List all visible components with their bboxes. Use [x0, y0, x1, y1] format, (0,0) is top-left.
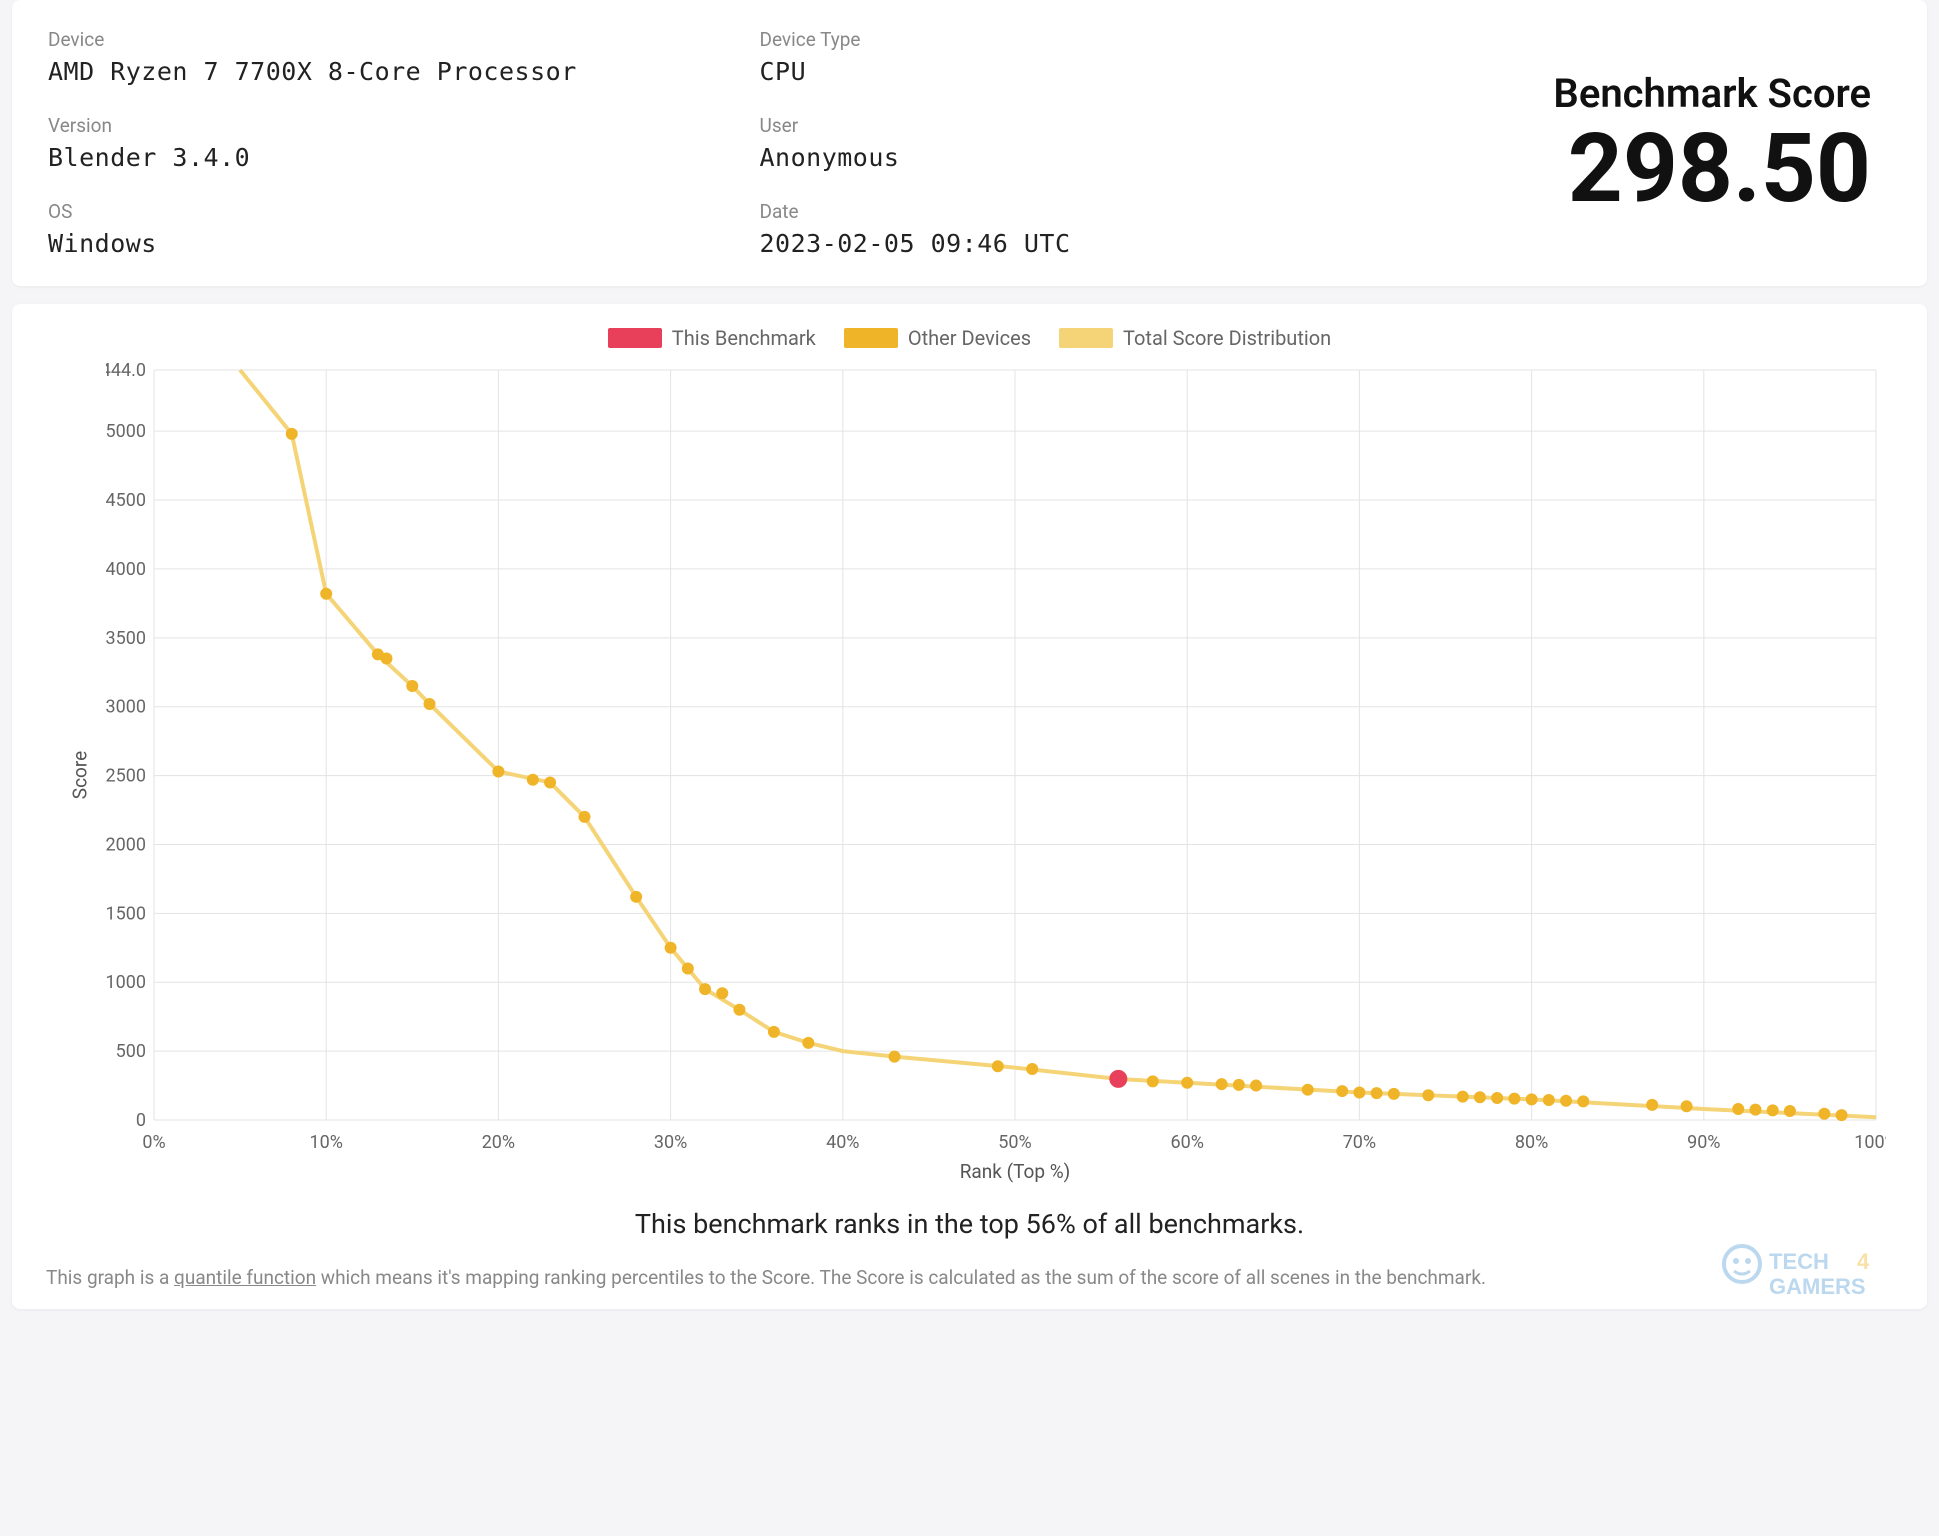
value-version: Blender 3.4.0	[48, 143, 700, 172]
label-device: Device	[48, 28, 700, 51]
svg-text:30%: 30%	[654, 1132, 687, 1153]
label-os: OS	[48, 200, 700, 223]
value-date: 2023-02-05 09:46 UTC	[760, 229, 1412, 258]
legend-total-distribution[interactable]: Total Score Distribution	[1059, 326, 1331, 350]
score-value: 298.50	[1568, 121, 1871, 217]
value-device: AMD Ryzen 7 7700X 8-Core Processor	[48, 57, 700, 86]
svg-text:1000: 1000	[106, 972, 146, 993]
svg-text:100%: 100%	[1854, 1132, 1886, 1153]
svg-text:5444.0: 5444.0	[106, 360, 146, 381]
svg-text:80%: 80%	[1515, 1132, 1548, 1153]
footnote-post: which means it's mapping ranking percent…	[316, 1266, 1486, 1289]
svg-text:TECH: TECH	[1769, 1249, 1829, 1274]
svg-text:0: 0	[136, 1110, 146, 1131]
svg-text:2500: 2500	[106, 766, 146, 787]
label-date: Date	[760, 200, 1412, 223]
value-user: Anonymous	[760, 143, 1412, 172]
legend-label-total: Total Score Distribution	[1123, 326, 1331, 350]
svg-text:4500: 4500	[106, 490, 146, 511]
svg-text:50%: 50%	[998, 1132, 1031, 1153]
svg-text:GAMERS: GAMERS	[1769, 1274, 1866, 1299]
field-user: User Anonymous	[760, 114, 1412, 172]
y-axis-title: Score	[69, 751, 92, 799]
svg-text:4000: 4000	[106, 559, 146, 580]
rank-summary-text: This benchmark ranks in the top 56% of a…	[42, 1208, 1897, 1240]
chart-footnote: This graph is a quantile function which …	[42, 1266, 1897, 1289]
legend-other-devices[interactable]: Other Devices	[844, 326, 1031, 350]
benchmark-info-card: Device AMD Ryzen 7 7700X 8-Core Processo…	[12, 0, 1927, 286]
chart-card: This Benchmark Other Devices Total Score…	[12, 304, 1927, 1309]
footnote-pre: This graph is a	[46, 1266, 174, 1289]
info-grid: Device AMD Ryzen 7 7700X 8-Core Processo…	[48, 28, 1411, 258]
svg-text:500: 500	[116, 1041, 146, 1062]
svg-text:40%: 40%	[826, 1132, 859, 1153]
field-os: OS Windows	[48, 200, 700, 258]
svg-text:20%: 20%	[482, 1132, 515, 1153]
svg-text:3500: 3500	[106, 628, 146, 649]
legend-label-this: This Benchmark	[672, 326, 816, 350]
watermark-logo: TECH 4 GAMERS	[1717, 1239, 1917, 1309]
svg-text:1500: 1500	[106, 903, 146, 924]
svg-text:3000: 3000	[106, 697, 146, 718]
svg-text:2000: 2000	[106, 834, 146, 855]
svg-text:Rank (Top %): Rank (Top %)	[960, 1160, 1071, 1183]
field-device: Device AMD Ryzen 7 7700X 8-Core Processo…	[48, 28, 700, 86]
quantile-function-link[interactable]: quantile function	[174, 1266, 316, 1289]
svg-text:4: 4	[1857, 1249, 1870, 1274]
legend-this-benchmark[interactable]: This Benchmark	[608, 326, 816, 350]
field-version: Version Blender 3.4.0	[48, 114, 700, 172]
svg-text:70%: 70%	[1343, 1132, 1376, 1153]
field-date: Date 2023-02-05 09:46 UTC	[760, 200, 1412, 258]
legend-label-other: Other Devices	[908, 326, 1031, 350]
score-block: Benchmark Score 298.50	[1431, 28, 1891, 258]
swatch-total-icon	[1059, 328, 1113, 348]
score-label: Benchmark Score	[1553, 70, 1871, 117]
tech4gamers-icon: TECH 4 GAMERS	[1717, 1239, 1917, 1309]
label-user: User	[760, 114, 1412, 137]
field-device-type: Device Type CPU	[760, 28, 1412, 86]
svg-text:90%: 90%	[1687, 1132, 1720, 1153]
svg-text:60%: 60%	[1170, 1132, 1203, 1153]
label-version: Version	[48, 114, 700, 137]
chart-plot-area: Score 0500100015002000250030003500400045…	[106, 360, 1877, 1190]
label-device-type: Device Type	[760, 28, 1412, 51]
svg-text:0%: 0%	[142, 1132, 165, 1153]
svg-text:10%: 10%	[309, 1132, 342, 1153]
chart-legend: This Benchmark Other Devices Total Score…	[42, 326, 1897, 350]
swatch-other-icon	[844, 328, 898, 348]
value-device-type: CPU	[760, 57, 1412, 86]
value-os: Windows	[48, 229, 700, 258]
swatch-this-icon	[608, 328, 662, 348]
svg-text:5000: 5000	[106, 421, 146, 442]
quantile-chart[interactable]: 0 500 1000 1500 2000 2500 3000 3500 4000 4500 5000…	[106, 360, 1886, 1190]
